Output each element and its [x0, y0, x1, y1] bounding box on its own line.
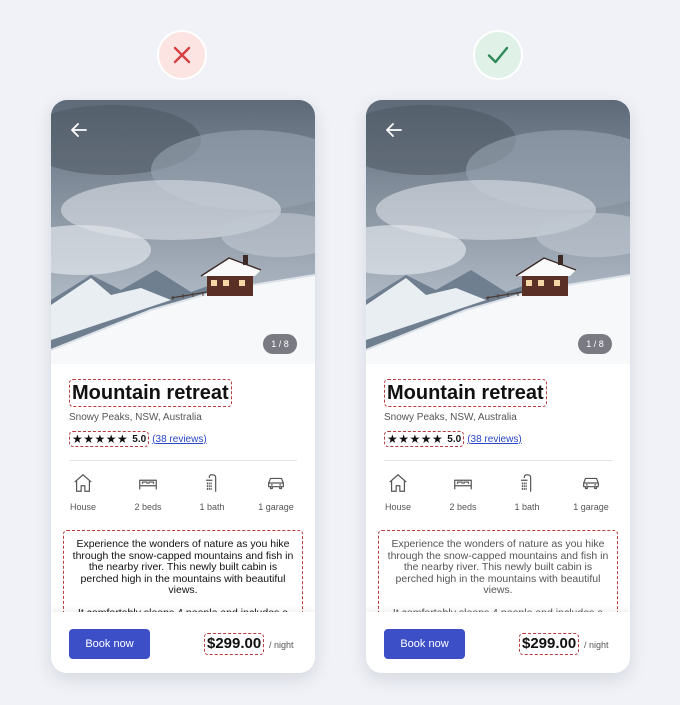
- booking-bar: Book now $299.00 / night: [51, 612, 315, 673]
- arrow-left-icon: [71, 123, 87, 137]
- rating-score: 5.0: [132, 433, 147, 445]
- hero-image: 1 / 8: [366, 100, 630, 364]
- back-button[interactable]: [67, 118, 91, 142]
- booking-bar: Book now $299.00 / night: [366, 612, 630, 673]
- amenity-garage: 1 garage: [563, 472, 619, 512]
- price: $299.00: [519, 633, 580, 655]
- amenity-beds: 2 beds: [435, 472, 491, 512]
- price-unit: / night: [269, 640, 294, 650]
- amenity-label: 1 garage: [573, 502, 609, 512]
- amenity-label: 2 beds: [449, 502, 477, 512]
- amenity-garage: 1 garage: [248, 472, 304, 512]
- amenity-label: 1 bath: [199, 502, 225, 512]
- shower-icon: [520, 474, 532, 492]
- check-icon: [487, 46, 509, 64]
- x-icon: [173, 46, 191, 64]
- reviews-link[interactable]: (38 reviews): [152, 434, 206, 445]
- amenities-list: House 2 beds 1 bath 1 garage: [51, 472, 315, 518]
- amenity-label: House: [384, 502, 411, 512]
- amenity-house: House: [55, 472, 111, 512]
- arrow-left-icon: [386, 123, 402, 137]
- phone-mockup-correct: 1 / 8 Mountain retreat Snowy Peaks, NSW,…: [366, 100, 630, 673]
- book-now-button[interactable]: Book now: [69, 629, 150, 659]
- rating-row: ★★★★★ 5.0 (38 reviews): [69, 431, 207, 447]
- description-annotation: Experience the wonders of nature as you …: [378, 530, 618, 622]
- image-counter: 1 / 8: [263, 334, 297, 354]
- amenity-beds: 2 beds: [120, 472, 176, 512]
- listing-title: Mountain retreat: [69, 379, 232, 407]
- divider: [69, 460, 297, 461]
- amenity-house: House: [370, 472, 426, 512]
- correct-badge: [473, 30, 523, 80]
- amenity-label: 2 beds: [134, 502, 162, 512]
- bed-icon: [139, 479, 157, 490]
- back-button[interactable]: [382, 118, 406, 142]
- listing-location: Snowy Peaks, NSW, Australia: [69, 412, 202, 423]
- rating-annotation: ★★★★★ 5.0: [384, 431, 465, 447]
- rating-row: ★★★★★ 5.0 (38 reviews): [384, 431, 522, 447]
- image-counter: 1 / 8: [578, 334, 612, 354]
- price-unit: / night: [584, 640, 609, 650]
- reviews-link[interactable]: (38 reviews): [467, 434, 521, 445]
- amenity-label: House: [69, 502, 96, 512]
- divider: [384, 460, 612, 461]
- description-annotation: Experience the wonders of nature as you …: [63, 530, 303, 622]
- shower-icon: [205, 474, 217, 492]
- car-icon: [583, 477, 599, 490]
- description-paragraph: Experience the wonders of nature as you …: [387, 538, 609, 596]
- amenities-list: House 2 beds 1 bath 1 garage: [366, 472, 630, 518]
- amenity-label: 1 bath: [514, 502, 540, 512]
- price: $299.00: [204, 633, 265, 655]
- house-icon: [74, 474, 92, 492]
- star-rating-icon: ★★★★★: [72, 432, 129, 446]
- description-paragraph: Experience the wonders of nature as you …: [72, 538, 294, 596]
- amenity-bath: 1 bath: [499, 472, 555, 512]
- phone-mockup-incorrect: 1 / 8 Mountain retreat Snowy Peaks, NSW,…: [51, 100, 315, 673]
- book-now-button[interactable]: Book now: [384, 629, 465, 659]
- listing-location: Snowy Peaks, NSW, Australia: [384, 412, 517, 423]
- star-rating-icon: ★★★★★: [387, 432, 444, 446]
- incorrect-badge: [157, 30, 207, 80]
- amenity-label: 1 garage: [258, 502, 294, 512]
- amenity-bath: 1 bath: [184, 472, 240, 512]
- house-icon: [389, 474, 407, 492]
- car-icon: [268, 477, 284, 490]
- rating-score: 5.0: [447, 433, 462, 445]
- rating-annotation: ★★★★★ 5.0: [69, 431, 150, 447]
- listing-title: Mountain retreat: [384, 379, 547, 407]
- bed-icon: [454, 479, 472, 490]
- hero-image: 1 / 8: [51, 100, 315, 364]
